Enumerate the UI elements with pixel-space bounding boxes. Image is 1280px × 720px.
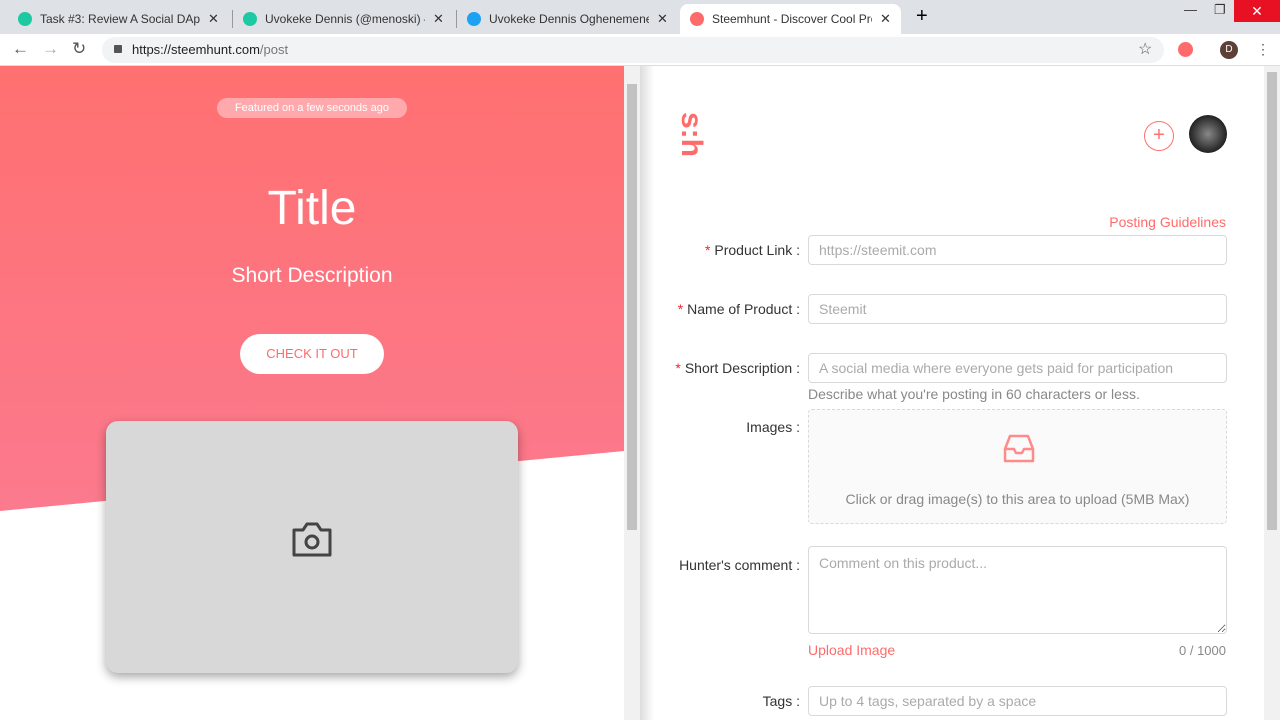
lock-icon bbox=[114, 45, 122, 53]
tags-label: Tags : bbox=[762, 693, 800, 709]
image-placeholder bbox=[106, 421, 518, 673]
user-avatar[interactable] bbox=[1189, 115, 1227, 153]
tab-task-review[interactable]: Task #3: Review A Social DApp! - ✕ bbox=[8, 4, 229, 34]
steemhunt-icon bbox=[690, 12, 704, 26]
bookmark-star-icon[interactable]: ☆ bbox=[1138, 39, 1152, 59]
steemhunt-logo[interactable]: s:h bbox=[674, 112, 708, 157]
forward-button[interactable]: → bbox=[42, 39, 59, 59]
close-tab-icon[interactable]: ✕ bbox=[880, 11, 891, 27]
maximize-button[interactable]: ❐ bbox=[1214, 2, 1226, 18]
product-name-input[interactable] bbox=[808, 294, 1227, 324]
steemit-icon bbox=[243, 12, 257, 26]
tab-uvokeke-twitter[interactable]: Uvokeke Dennis Oghenemene on✕ bbox=[457, 4, 678, 34]
preview-title: Title bbox=[267, 182, 357, 235]
check-it-out-button[interactable]: CHECK IT OUT bbox=[240, 334, 384, 374]
tab-steemhunt[interactable]: Steemhunt - Discover Cool Prod ✕ bbox=[680, 4, 901, 34]
image-upload-dropzone[interactable]: Click or drag image(s) to this area to u… bbox=[808, 409, 1227, 524]
tags-input[interactable] bbox=[808, 686, 1227, 716]
close-tab-icon[interactable]: ✕ bbox=[208, 11, 219, 27]
upload-image-link[interactable]: Upload Image bbox=[808, 642, 895, 658]
featured-badge: Featured on a few seconds ago bbox=[217, 98, 407, 118]
minimize-button[interactable]: — bbox=[1184, 2, 1197, 17]
back-button[interactable]: ← bbox=[12, 39, 29, 59]
twitter-icon bbox=[467, 12, 481, 26]
product-link-input[interactable] bbox=[808, 235, 1227, 265]
short-description-label: * Short Description : bbox=[675, 360, 800, 376]
page-scrollbar-thumb[interactable] bbox=[1267, 72, 1277, 530]
comment-char-count: 0 / 1000 bbox=[1179, 643, 1226, 658]
hunters-comment-label: Hunter's comment : bbox=[679, 557, 800, 573]
address-bar[interactable]: https://steemhunt.com/post bbox=[102, 37, 1164, 63]
tab-uvokeke-steemit[interactable]: Uvokeke Dennis (@menoski) — S✕ bbox=[233, 4, 454, 34]
extension-icon[interactable] bbox=[1178, 42, 1193, 57]
close-window-button[interactable]: ✕ bbox=[1234, 0, 1280, 22]
short-description-input[interactable] bbox=[808, 353, 1227, 383]
preview-short-description: Short Description bbox=[231, 264, 393, 287]
images-label: Images : bbox=[746, 419, 800, 435]
menu-icon[interactable]: ⋮ bbox=[1256, 41, 1270, 58]
browser-toolbar: ← → ↻ https://steemhunt.com/post ☆ D ⋮ bbox=[0, 34, 1280, 66]
inbox-icon bbox=[1003, 434, 1035, 463]
posting-guidelines-link[interactable]: Posting Guidelines bbox=[1109, 214, 1226, 230]
hunters-comment-textarea[interactable] bbox=[808, 546, 1227, 634]
tab-bar: Task #3: Review A Social DApp! - ✕ Uvokek… bbox=[0, 0, 1280, 34]
close-tab-icon[interactable]: ✕ bbox=[433, 11, 444, 27]
close-tab-icon[interactable]: ✕ bbox=[657, 11, 668, 27]
new-tab-button[interactable]: + bbox=[916, 5, 928, 28]
camera-icon bbox=[292, 522, 332, 557]
product-name-label: * Name of Product : bbox=[677, 301, 800, 317]
reload-button[interactable]: ↻ bbox=[72, 39, 86, 59]
steemit-icon bbox=[18, 12, 32, 26]
new-post-button[interactable]: + bbox=[1144, 121, 1174, 151]
preview-panel: Featured on a few seconds ago Title Shor… bbox=[0, 66, 624, 720]
product-link-label: * Product Link : bbox=[704, 242, 800, 258]
short-description-help: Describe what you're posting in 60 chara… bbox=[808, 386, 1140, 402]
profile-avatar[interactable]: D bbox=[1220, 41, 1238, 59]
preview-scrollbar-thumb[interactable] bbox=[627, 84, 637, 530]
